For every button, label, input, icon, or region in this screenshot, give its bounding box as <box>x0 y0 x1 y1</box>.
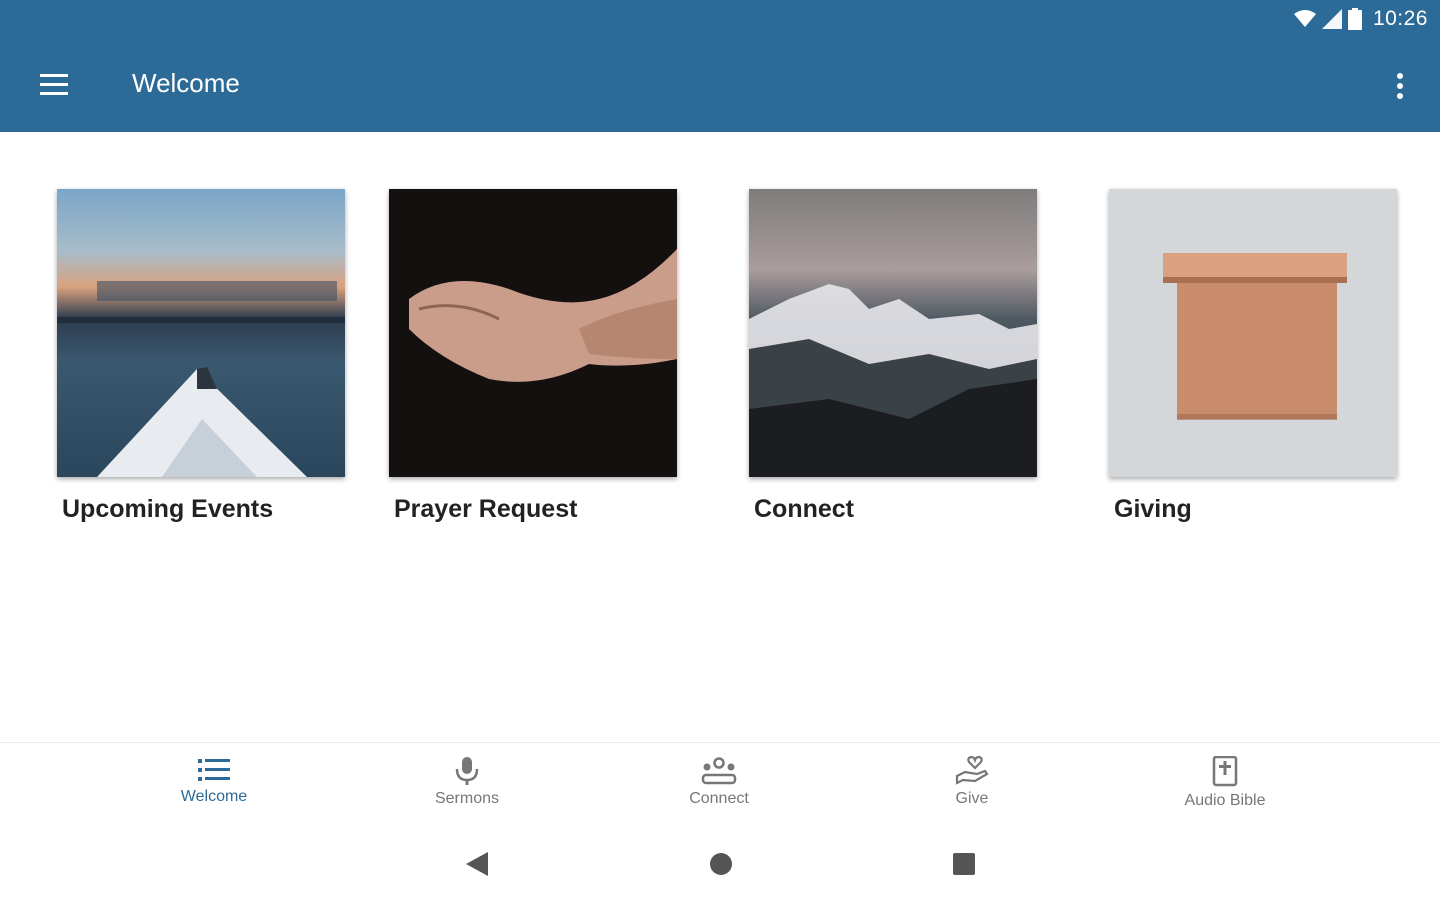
tab-give[interactable]: Give <box>892 756 1052 808</box>
tab-audio-bible[interactable]: Audio Bible <box>1145 756 1305 810</box>
tab-label: Sermons <box>434 790 500 807</box>
bottom-nav-divider <box>0 742 1440 743</box>
page-title: Welcome <box>132 68 240 98</box>
card-label: Prayer Request <box>394 495 578 523</box>
status-time: 10:26 <box>1372 7 1428 30</box>
open-hands-image <box>389 189 677 477</box>
card-label: Upcoming Events <box>62 495 274 523</box>
back-icon[interactable] <box>462 848 492 880</box>
give-hand-icon <box>955 756 989 785</box>
card-label: Connect <box>754 495 854 523</box>
tab-label: Connect <box>689 790 749 807</box>
lake-kayak-image <box>57 189 345 477</box>
recents-icon[interactable] <box>948 848 980 880</box>
menu-icon[interactable] <box>34 66 74 106</box>
home-icon[interactable] <box>705 848 737 880</box>
bible-icon <box>1212 756 1238 787</box>
tab-label: Audio Bible <box>1184 792 1266 809</box>
card-upcoming-events[interactable]: Upcoming Events <box>57 189 345 524</box>
card-giving[interactable]: Giving <box>1109 189 1397 524</box>
tab-sermons[interactable]: Sermons <box>387 756 547 808</box>
more-options-icon[interactable] <box>1388 68 1412 104</box>
list-icon <box>198 759 230 781</box>
microphone-icon <box>455 757 479 785</box>
tab-label: Give <box>955 790 989 807</box>
wifi-icon <box>1294 10 1316 27</box>
battery-icon <box>1348 8 1362 30</box>
mountains-image <box>749 189 1037 477</box>
offering-box-image <box>1109 189 1397 477</box>
app-bar: 10:26 Welcome <box>0 0 1440 132</box>
card-prayer-request[interactable]: Prayer Request <box>389 189 677 524</box>
tab-connect[interactable]: Connect <box>639 756 799 808</box>
card-label: Giving <box>1114 495 1192 523</box>
card-connect[interactable]: Connect <box>749 189 1037 524</box>
tab-label: Welcome <box>180 788 248 805</box>
status-icons <box>1294 8 1362 30</box>
signal-icon <box>1322 9 1342 29</box>
group-icon <box>701 757 737 785</box>
tab-welcome[interactable]: Welcome <box>134 756 294 806</box>
